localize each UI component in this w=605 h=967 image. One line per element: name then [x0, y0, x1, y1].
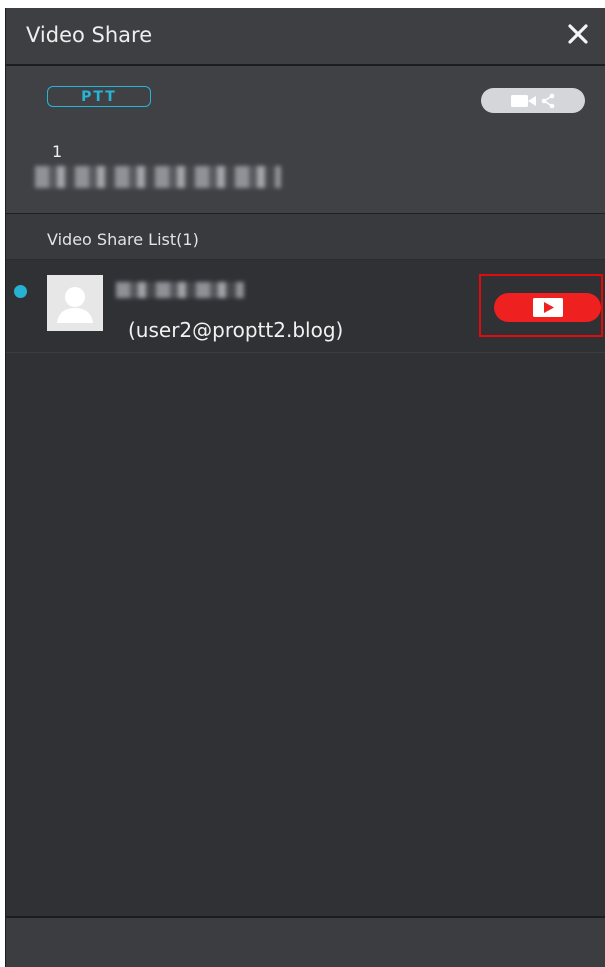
video-share-list: (user2@proptt2.blog) — [6, 260, 605, 916]
video-share-icon — [511, 93, 555, 109]
ptt-badge: PTT — [47, 86, 151, 107]
video-share-list-title: Video Share List(1) — [47, 230, 199, 249]
play-icon — [533, 298, 563, 317]
title-bar: Video Share — [6, 8, 605, 66]
user-email: (user2@proptt2.blog) — [128, 318, 344, 342]
user-number: 1 — [52, 142, 63, 161]
play-button-highlight — [479, 274, 603, 337]
user-avatar-icon — [47, 275, 103, 331]
video-share-toggle[interactable] — [481, 88, 585, 113]
video-share-window: Video Share PTT 1 Video Share List(1) (u… — [5, 8, 605, 967]
online-status-indicator — [14, 285, 27, 298]
redacted-contact-name — [116, 282, 244, 298]
current-user-panel: PTT 1 — [6, 66, 605, 214]
avatar — [47, 275, 103, 331]
footer-bar — [6, 916, 605, 967]
video-share-list-header: Video Share List(1) — [6, 214, 605, 260]
window-title: Video Share — [26, 23, 153, 47]
close-icon — [568, 24, 588, 44]
list-item[interactable]: (user2@proptt2.blog) — [6, 260, 605, 353]
play-video-button[interactable] — [494, 293, 601, 322]
close-button[interactable] — [565, 21, 591, 47]
redacted-user-name — [35, 166, 281, 188]
